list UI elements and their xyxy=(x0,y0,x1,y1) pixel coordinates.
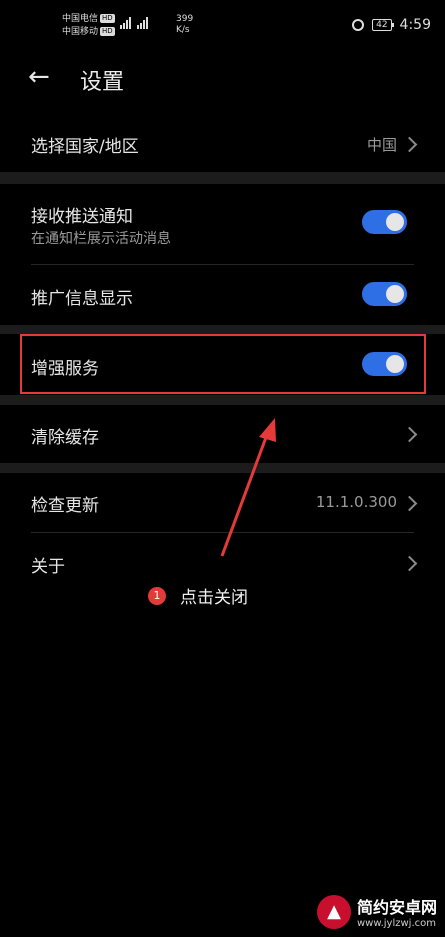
region-value: 中国 xyxy=(366,136,397,154)
divider xyxy=(31,264,414,265)
step-number-badge: 1 xyxy=(148,586,166,605)
divider xyxy=(31,532,414,533)
alarm-icon xyxy=(352,19,365,31)
section-divider xyxy=(0,463,445,473)
push-notification-row[interactable]: 接收推送通知 在通知栏展示活动消息 xyxy=(0,188,445,264)
cache-label: 清除缓存 xyxy=(31,428,99,448)
battery-level: 42 xyxy=(376,20,388,30)
back-arrow-icon[interactable]: ← xyxy=(28,62,50,92)
update-label: 检查更新 xyxy=(31,496,99,516)
chevron-right-icon xyxy=(401,426,418,443)
signal-icon xyxy=(120,15,131,29)
update-version: 11.1.0.300 xyxy=(315,493,397,511)
watermark-url: www.jylzwj.com xyxy=(356,918,436,929)
chevron-right-icon xyxy=(401,555,418,572)
highlight-box xyxy=(20,334,426,394)
watermark-title: 简约安卓网 xyxy=(356,898,437,917)
push-sublabel: 在通知栏展示活动消息 xyxy=(31,231,171,247)
about-label: 关于 xyxy=(31,557,65,577)
signal-icon xyxy=(137,15,148,29)
annotation-text: 点击关闭 xyxy=(180,588,248,608)
section-divider xyxy=(0,325,445,334)
battery-icon: 42 xyxy=(372,19,395,31)
push-toggle[interactable] xyxy=(362,210,407,234)
carrier-2: 中国移动 xyxy=(62,27,99,37)
promo-label: 推广信息显示 xyxy=(31,289,133,309)
toggle-knob xyxy=(386,213,404,231)
clear-cache-row[interactable]: 清除缓存 xyxy=(0,405,445,461)
speed-value: 399 xyxy=(176,14,194,24)
section-divider xyxy=(0,172,445,184)
hd-badge: HD xyxy=(100,27,115,36)
toggle-knob xyxy=(386,285,404,303)
watermark: ▲ 简约安卓网 www.jylzwj.com xyxy=(316,894,437,929)
speed-unit: K/s xyxy=(176,25,190,35)
region-row[interactable]: 选择国家/地区 中国 xyxy=(0,118,445,170)
clock: 4:59 xyxy=(399,17,431,33)
status-right: 42 4:59 xyxy=(352,17,431,33)
push-label: 接收推送通知 xyxy=(31,207,133,227)
section-divider xyxy=(0,395,445,405)
android-logo-icon: ▲ xyxy=(316,894,351,929)
page-title: 设置 xyxy=(80,70,125,95)
status-bar: 中国电信 HD 中国移动 HD 399 K/s 42 4:59 xyxy=(0,0,445,48)
carrier-1: 中国电信 xyxy=(62,14,99,24)
chevron-right-icon xyxy=(401,495,418,512)
signal-icons xyxy=(120,15,148,29)
annotation: 1 点击关闭 xyxy=(148,583,248,608)
header: ← 设置 xyxy=(0,52,445,108)
promo-row[interactable]: 推广信息显示 xyxy=(0,266,445,324)
chevron-right-icon xyxy=(401,136,418,153)
hd-badge: HD xyxy=(100,14,115,23)
network-speed: 399 K/s xyxy=(176,14,193,36)
promo-toggle[interactable] xyxy=(362,282,407,306)
carrier-info: 中国电信 HD 中国移动 HD xyxy=(62,13,115,39)
region-label: 选择国家/地区 xyxy=(31,137,139,157)
check-update-row[interactable]: 检查更新 11.1.0.300 xyxy=(0,473,445,531)
